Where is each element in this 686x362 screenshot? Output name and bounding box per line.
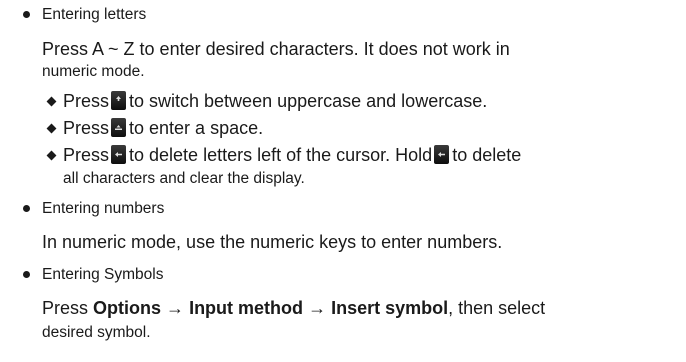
numbers-description: In numeric mode, use the numeric keys to… xyxy=(42,232,503,252)
bullet-point xyxy=(23,11,30,18)
instruction-page: Entering letters Press A ~ Z to enter de… xyxy=(0,0,686,362)
symbols-pre: Press xyxy=(42,298,89,318)
letters-description-line1: Press A ~ Z to enter desired characters.… xyxy=(42,39,510,59)
arrow-icon: → xyxy=(308,298,327,318)
shift-key-icon xyxy=(111,91,127,110)
subitem-shift-post: to switch between uppercase and lowercas… xyxy=(129,91,488,111)
subitem-delete-line2: all characters and clear the display. xyxy=(63,170,305,187)
subitem-shift-pre: Press xyxy=(63,91,110,111)
input-method-label: Input method xyxy=(189,298,304,318)
subitem-delete-mid: to delete letters left of the cursor. Ho… xyxy=(129,145,433,165)
symbols-description-line2: desired symbol. xyxy=(42,324,151,341)
arrow-icon: → xyxy=(166,298,185,318)
subitem-shift: Press to switch between uppercase and low… xyxy=(63,91,487,110)
diamond-bullet xyxy=(46,123,57,134)
section-heading-letters: Entering letters xyxy=(42,6,147,23)
symbols-post: , then select xyxy=(448,298,546,318)
backspace-key-icon xyxy=(434,145,450,164)
diamond-bullet xyxy=(46,96,57,107)
subitem-space-pre: Press xyxy=(63,118,110,138)
subitem-delete-post: to delete xyxy=(452,145,522,165)
bullet-point xyxy=(23,271,30,278)
symbols-description-line1: Press Options → Input method → Insert sy… xyxy=(42,299,545,317)
subitem-space-post: to enter a space. xyxy=(129,118,264,138)
subitem-delete-pre: Press xyxy=(63,145,110,165)
section-heading-symbols: Entering Symbols xyxy=(42,266,164,283)
bullet-point xyxy=(23,205,30,212)
insert-symbol-label: Insert symbol xyxy=(331,298,449,318)
backspace-key-icon xyxy=(111,145,127,164)
letters-description-line2: numeric mode. xyxy=(42,63,145,80)
section-heading-numbers: Entering numbers xyxy=(42,200,165,217)
diamond-bullet xyxy=(46,150,57,161)
subitem-delete: Press to delete letters left of the curso… xyxy=(63,145,521,164)
options-menu-label: Options xyxy=(93,298,162,318)
space-key-icon xyxy=(111,118,127,137)
subitem-space: Press to enter a space. xyxy=(63,118,263,137)
